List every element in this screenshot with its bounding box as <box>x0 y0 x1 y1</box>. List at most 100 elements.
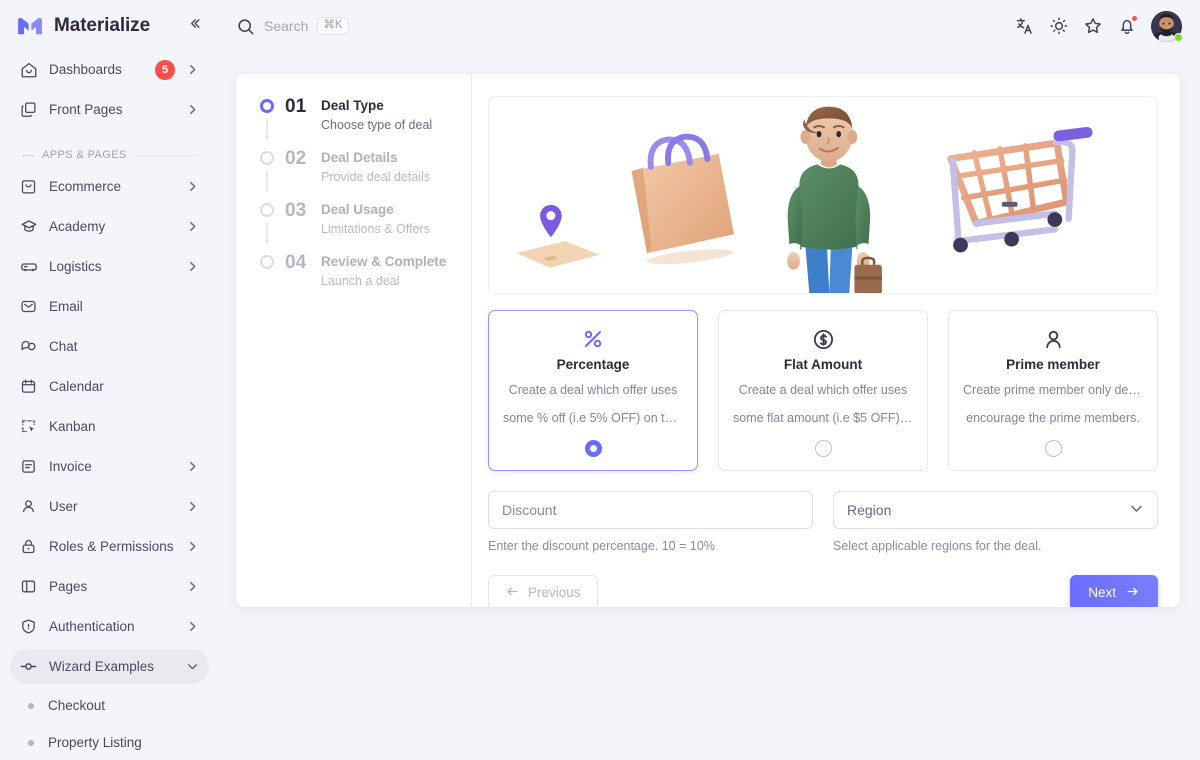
wizard-actions: Previous Next <box>488 575 1158 607</box>
calendar-icon <box>19 377 38 396</box>
truck-icon <box>19 257 38 276</box>
deal-type-flat-amount[interactable]: Flat Amount Create a deal which offer us… <box>718 310 928 471</box>
sidebar-item-label: Front Pages <box>49 102 175 117</box>
sidebar-item-label: Roles & Permissions <box>49 539 175 554</box>
sidebar-item-email[interactable]: Email <box>10 289 209 324</box>
step-ring-icon <box>260 151 274 165</box>
region-field-group: Region Select applicable regions for the… <box>833 491 1158 553</box>
brand-header: Materialize <box>0 0 219 52</box>
chevron-right-icon <box>186 580 199 593</box>
sidebar-item-checkout[interactable]: Checkout <box>10 689 209 722</box>
shopping-bag-icon <box>19 177 38 196</box>
create-deal-card: 01 Deal Type Choose type of deal 02 <box>236 74 1180 607</box>
sidebar-item-logistics[interactable]: Logistics <box>10 249 209 284</box>
invoice-icon <box>19 457 38 476</box>
radio-selected-icon <box>585 440 602 457</box>
deal-type-radio-prime-member[interactable] <box>963 440 1143 457</box>
region-help-text: Select applicable regions for the deal. <box>833 539 1158 553</box>
wizard-step-4[interactable]: 04 Review & Complete Launch a deal <box>260 252 457 304</box>
sidebar-item-label: Dashboards <box>49 62 144 77</box>
sidebar-item-invoice[interactable]: Invoice <box>10 449 209 484</box>
chevron-right-icon <box>186 220 199 233</box>
chevron-right-icon <box>186 103 199 116</box>
sidebar-item-calendar[interactable]: Calendar <box>10 369 209 404</box>
region-select-value: Region <box>847 502 891 518</box>
step-title: Deal Details <box>321 149 430 167</box>
sidebar-item-authentication[interactable]: Authentication <box>10 609 209 644</box>
sun-icon[interactable] <box>1049 16 1069 36</box>
chevron-right-icon <box>186 620 199 633</box>
bell-icon[interactable] <box>1117 16 1137 36</box>
deal-type-percentage[interactable]: Percentage Create a deal which offer use… <box>488 310 698 471</box>
step-bullet <box>260 96 275 113</box>
step-number: 04 <box>285 252 311 274</box>
wizard-step-1[interactable]: 01 Deal Type Choose type of deal <box>260 96 457 148</box>
sidebar-item-wizard-examples[interactable]: Wizard Examples <box>10 649 209 684</box>
sidebar-item-front-pages[interactable]: Front Pages <box>10 92 209 127</box>
deal-type-desc-line1: Create a deal which offer uses <box>503 381 683 400</box>
sidebar-item-pages[interactable]: Pages <box>10 569 209 604</box>
step-ring-icon <box>260 255 274 269</box>
sidebar-item-dashboards[interactable]: Dashboards 5 <box>10 52 209 87</box>
sidebar-item-kanban[interactable]: Kanban <box>10 409 209 444</box>
step-number: 01 <box>285 96 311 118</box>
deal-type-title: Prime member <box>963 357 1143 372</box>
chevron-right-icon <box>186 63 199 76</box>
shield-icon <box>19 617 38 636</box>
chevron-right-icon <box>186 500 199 513</box>
sidebar-item-label: Email <box>49 299 199 314</box>
avatar[interactable] <box>1151 11 1182 42</box>
step-number: 03 <box>285 200 311 222</box>
deal-type-radio-flat-amount[interactable] <box>733 440 913 457</box>
search-placeholder: Search <box>264 18 308 34</box>
section-dash <box>22 155 34 156</box>
step-subtitle: Limitations & Offers <box>321 220 430 239</box>
sidebar-item-roles-permissions[interactable]: Roles & Permissions <box>10 529 209 564</box>
radio-unselected-icon <box>1045 440 1062 457</box>
notification-dot <box>1131 15 1138 22</box>
previous-button[interactable]: Previous <box>488 575 598 607</box>
sidebar-item-chat[interactable]: Chat <box>10 329 209 364</box>
step-ring-icon <box>260 203 274 217</box>
region-select[interactable]: Region <box>833 491 1158 529</box>
search-icon <box>236 17 255 36</box>
step-bullet <box>260 200 275 217</box>
sidebar-section-label: APPS & PAGES <box>42 149 127 161</box>
sidebar-item-property-listing[interactable]: Property Listing <box>10 726 209 759</box>
step-subtitle: Provide deal details <box>321 168 430 187</box>
wizard-step-2[interactable]: 02 Deal Details Provide deal details <box>260 148 457 200</box>
percent-icon <box>503 326 683 352</box>
next-button[interactable]: Next <box>1070 575 1158 607</box>
topbar-icons <box>1015 11 1182 42</box>
step-number: 02 <box>285 148 311 170</box>
sidebar-item-label: Ecommerce <box>49 179 175 194</box>
step-title: Review & Complete <box>321 253 446 271</box>
sidebar-item-user[interactable]: User <box>10 489 209 524</box>
person-icon <box>963 326 1143 352</box>
step-ring-icon <box>260 99 274 113</box>
search-input[interactable]: Search ⌘K <box>236 17 349 36</box>
discount-input[interactable] <box>488 491 813 529</box>
sidebar-item-label: Kanban <box>49 419 199 434</box>
step-subtitle: Choose type of deal <box>321 116 432 135</box>
discount-help-text: Enter the discount percentage. 10 = 10% <box>488 539 813 553</box>
materialize-logo-icon <box>16 15 44 37</box>
deal-type-prime-member[interactable]: Prime member Create prime member only de… <box>948 310 1158 471</box>
sidebar-item-academy[interactable]: Academy <box>10 209 209 244</box>
star-icon[interactable] <box>1083 16 1103 36</box>
chevron-double-left-icon[interactable] <box>184 13 205 40</box>
translate-icon[interactable] <box>1015 16 1035 36</box>
deal-type-desc-line1: Create a deal which offer uses <box>733 381 913 400</box>
sidebar-item-label: Checkout <box>48 698 105 713</box>
step-subtitle: Launch a deal <box>321 272 446 291</box>
chevron-down-icon <box>1129 501 1144 519</box>
bullet-dot-icon <box>28 703 34 709</box>
home-icon <box>19 60 38 79</box>
wizard-step-3[interactable]: 03 Deal Usage Limitations & Offers <box>260 200 457 252</box>
step-connector <box>266 170 268 192</box>
arrow-left-icon <box>505 584 520 602</box>
deal-type-radio-percentage[interactable] <box>503 440 683 457</box>
chevron-right-icon <box>186 460 199 473</box>
deal-fields: Enter the discount percentage. 10 = 10% … <box>488 491 1158 553</box>
sidebar-item-ecommerce[interactable]: Ecommerce <box>10 169 209 204</box>
